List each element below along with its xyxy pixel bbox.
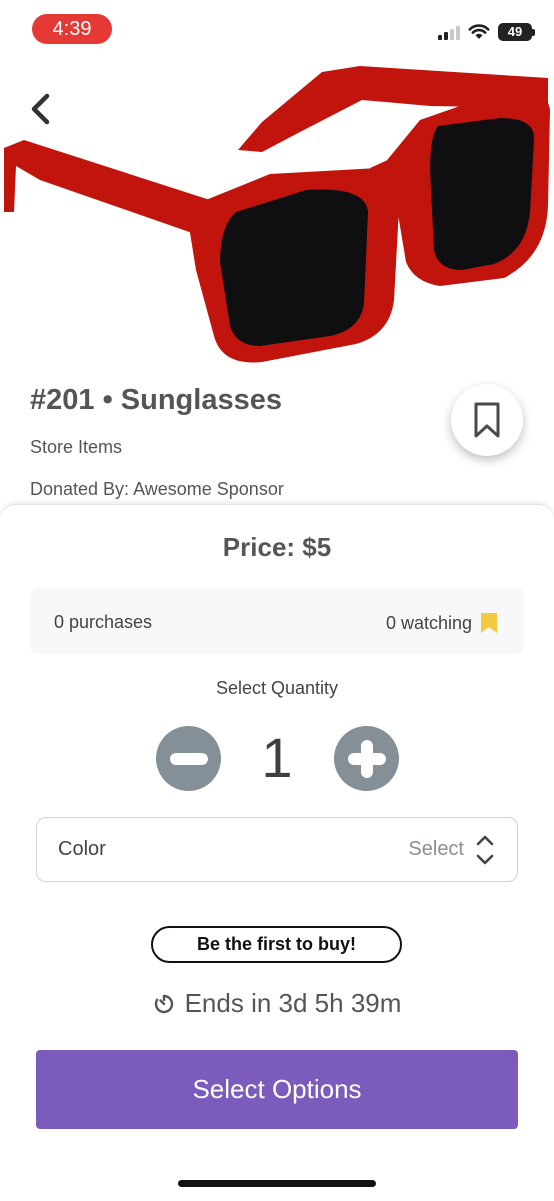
signal-icon bbox=[438, 24, 460, 40]
minus-icon bbox=[169, 752, 208, 765]
chevron-up-down-icon bbox=[476, 835, 494, 865]
price: Price: $5 bbox=[222, 532, 332, 562]
quantity-label: Select Quantity bbox=[215, 678, 339, 698]
status-time: 4:39 bbox=[32, 14, 112, 44]
item-donor: Donated By: Awesome Sponsor bbox=[30, 479, 284, 499]
bookmark-button[interactable] bbox=[451, 384, 523, 456]
increase-quantity-button[interactable] bbox=[334, 726, 399, 791]
select-options-button[interactable]: Select Options bbox=[36, 1050, 518, 1129]
status-icons: 49 bbox=[438, 22, 535, 42]
ends-text: Ends in 3d 5h 39m bbox=[184, 988, 402, 1018]
wifi-icon bbox=[468, 24, 490, 39]
purchases-count: 0 purchases bbox=[54, 612, 153, 632]
timer-icon bbox=[154, 994, 173, 1013]
decrease-quantity-button[interactable] bbox=[156, 726, 221, 791]
item-category: Store Items bbox=[30, 437, 123, 457]
color-value: Select bbox=[408, 838, 464, 860]
watching-label: 0 watching bbox=[385, 612, 472, 633]
bookmark-filled-icon bbox=[481, 613, 497, 633]
item-title: #201 • Sunglasses bbox=[30, 384, 282, 416]
watching-count: 0 watching bbox=[386, 612, 498, 634]
quantity-value: 1 bbox=[261, 726, 293, 789]
home-indicator bbox=[178, 1180, 376, 1187]
bookmark-icon bbox=[474, 402, 500, 438]
battery-icon: 49 bbox=[498, 23, 535, 41]
color-label: Color bbox=[58, 838, 106, 860]
ends-countdown: Ends in 3d 5h 39m bbox=[0, 988, 554, 1019]
plus-icon bbox=[347, 739, 386, 778]
product-image bbox=[4, 66, 550, 363]
first-buyer-badge: Be the first to buy! bbox=[151, 926, 402, 963]
